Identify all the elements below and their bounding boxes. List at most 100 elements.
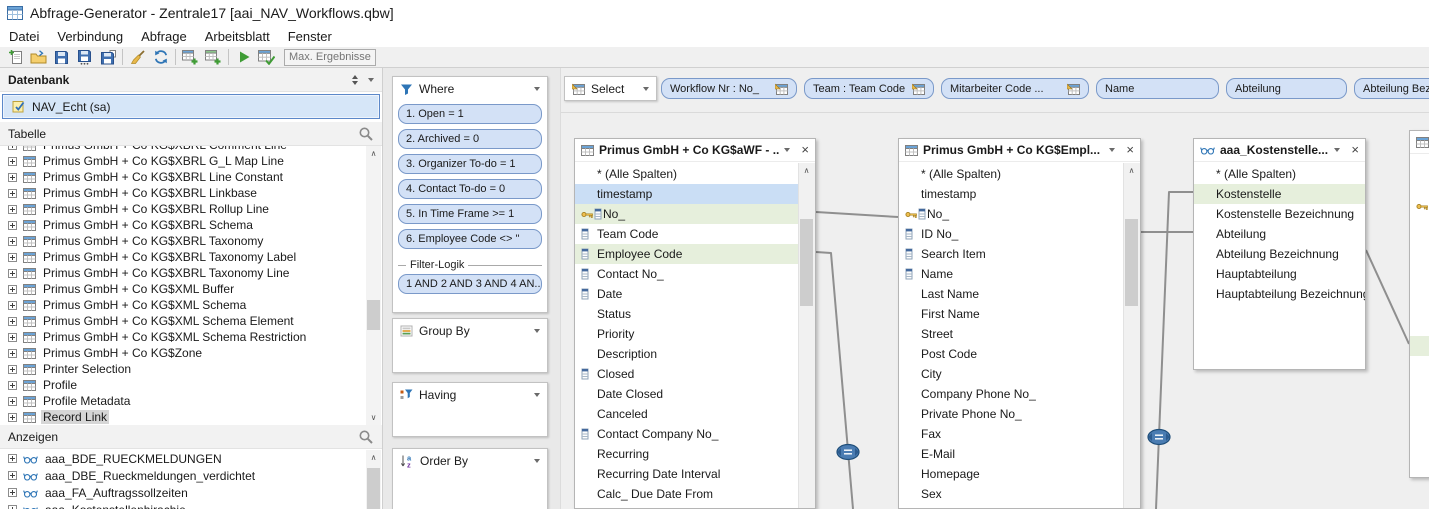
field-row[interactable]: Description [575, 344, 799, 364]
field-row[interactable] [1410, 456, 1429, 476]
having-header[interactable]: Having [393, 383, 547, 407]
field-row[interactable]: Name [899, 264, 1124, 284]
field-row[interactable]: Closed [575, 364, 799, 384]
select-header[interactable]: Select [564, 76, 657, 101]
field-row[interactable]: Last Name [899, 284, 1124, 304]
expand-plus-icon[interactable] [8, 349, 17, 358]
field-row[interactable] [1410, 436, 1429, 456]
field-row[interactable]: Street [899, 324, 1124, 344]
field-row[interactable]: First Name [899, 304, 1124, 324]
field-row[interactable] [1410, 216, 1429, 236]
field-row[interactable]: * (Alle Spalten) [1194, 164, 1365, 184]
search-icon[interactable] [358, 126, 374, 142]
panel-header[interactable]: Primus GmbH + Co KG$Empl...× [899, 139, 1140, 162]
add-view-button[interactable] [202, 48, 225, 67]
menu-item-datei[interactable]: Datei [0, 27, 48, 46]
order-by-header[interactable]: az Order By [393, 449, 547, 473]
table-tree-item[interactable]: Primus GmbH + Co KG$XBRL Taxonomy [0, 233, 367, 249]
save-button[interactable] [50, 48, 73, 67]
select-column-chip[interactable]: Team : Team Code [804, 78, 934, 99]
join-line[interactable] [1366, 250, 1409, 344]
expand-plus-icon[interactable] [8, 365, 17, 374]
select-column-chip[interactable]: Name [1096, 78, 1219, 99]
view-list-item[interactable]: aaa_BDE_RUECKMELDUNGEN [0, 450, 367, 467]
expand-plus-icon[interactable] [8, 157, 17, 166]
field-row[interactable]: Kostenstelle [1194, 184, 1365, 204]
where-condition-pill[interactable]: 4. Contact To-do = 0 [398, 179, 542, 199]
table-tree-item[interactable]: Primus GmbH + Co KG$XBRL Taxonomy Line [0, 265, 367, 281]
view-list-item[interactable]: aaa_FA_Auftragssollzeiten [0, 484, 367, 501]
max-results-input[interactable] [284, 49, 376, 66]
scroll-up-icon[interactable] [366, 146, 381, 161]
open-query-button[interactable] [27, 48, 50, 67]
field-row[interactable]: Date Closed [575, 384, 799, 404]
field-row[interactable]: Recurring [575, 444, 799, 464]
field-row[interactable]: * (Alle Spalten) [899, 164, 1124, 184]
expand-plus-icon[interactable] [8, 301, 17, 310]
field-row[interactable]: Hauptabteilung Bezeichnung [1194, 284, 1365, 304]
field-row[interactable]: E-Mail [899, 444, 1124, 464]
field-row[interactable]: Status [575, 304, 799, 324]
expand-plus-icon[interactable] [8, 173, 17, 182]
field-row[interactable]: Company Phone No_ [899, 384, 1124, 404]
panel-scrollbar[interactable] [798, 163, 815, 508]
field-row[interactable]: Fax [899, 424, 1124, 444]
scroll-up-icon[interactable] [366, 450, 381, 465]
field-row[interactable] [1410, 376, 1429, 396]
join-line[interactable] [1156, 192, 1193, 509]
select-column-chip[interactable]: Workflow Nr : No_ [661, 78, 797, 99]
close-icon[interactable]: × [1351, 145, 1359, 155]
field-row[interactable]: Team Code [575, 224, 799, 244]
field-row[interactable] [1410, 236, 1429, 256]
expand-plus-icon[interactable] [8, 505, 17, 509]
expand-plus-icon[interactable] [8, 285, 17, 294]
search-icon[interactable] [358, 429, 374, 445]
field-row[interactable]: timestamp [899, 184, 1124, 204]
table-tree-item[interactable]: Primus GmbH + Co KG$XML Buffer [0, 281, 367, 297]
clean-button[interactable] [126, 48, 149, 67]
view-list-scrollbar[interactable] [366, 450, 381, 509]
scrollbar-thumb[interactable] [367, 468, 380, 509]
scrollbar-thumb[interactable] [800, 219, 813, 306]
table-tree-item[interactable]: Primus GmbH + Co KG$XBRL G_L Map Line [0, 153, 367, 169]
field-row[interactable]: Post Code [899, 344, 1124, 364]
save-all-button[interactable] [96, 48, 119, 67]
field-row[interactable] [1410, 276, 1429, 296]
field-row[interactable]: Priority [575, 324, 799, 344]
expand-plus-icon[interactable] [8, 454, 17, 463]
table-tree-item[interactable]: Primus GmbH + Co KG$XBRL Linkbase [0, 185, 367, 201]
where-condition-pill[interactable]: 2. Archived = 0 [398, 129, 542, 149]
field-row[interactable]: Employee Code [575, 244, 799, 264]
join-line[interactable] [816, 252, 853, 509]
field-row[interactable] [1410, 296, 1429, 316]
expand-plus-icon[interactable] [8, 269, 17, 278]
menu-item-abfrage[interactable]: Abfrage [132, 27, 196, 46]
table-tree-item[interactable]: Primus GmbH + Co KG$Zone [0, 345, 367, 361]
where-condition-pill[interactable]: 3. Organizer To-do = 1 [398, 154, 542, 174]
view-list-item[interactable]: aaa_DBE_Rueckmeldungen_verdichtet [0, 467, 367, 484]
filter-logic-pill[interactable]: 1 AND 2 AND 3 AND 4 AN... [398, 274, 542, 294]
run-button[interactable] [232, 48, 255, 67]
scroll-up-icon[interactable] [799, 163, 814, 178]
expand-plus-icon[interactable] [8, 205, 17, 214]
table-tree-item[interactable]: Primus GmbH + Co KG$XBRL Taxonomy Label [0, 249, 367, 265]
expand-plus-icon[interactable] [8, 413, 17, 422]
chevron-down-icon[interactable] [368, 78, 374, 82]
where-condition-pill[interactable]: 5. In Time Frame >= 1 [398, 204, 542, 224]
expand-plus-icon[interactable] [8, 146, 17, 150]
expand-plus-icon[interactable] [8, 471, 17, 480]
panel-scrollbar[interactable] [1123, 163, 1140, 508]
table-tree-scrollbar[interactable] [366, 146, 381, 425]
field-row[interactable]: Abteilung [1194, 224, 1365, 244]
field-row[interactable]: City [899, 364, 1124, 384]
menu-item-verbindung[interactable]: Verbindung [48, 27, 132, 46]
field-row[interactable] [1410, 396, 1429, 416]
expand-plus-icon[interactable] [8, 333, 17, 342]
sort-toggle-icon[interactable] [352, 75, 358, 85]
field-row[interactable] [1410, 336, 1429, 356]
new-query-button[interactable] [4, 48, 27, 67]
panel-header[interactable]: Primus GmbH + Co KG$aWF - ...× [575, 139, 815, 162]
chevron-down-icon[interactable] [534, 87, 540, 91]
expand-plus-icon[interactable] [8, 221, 17, 230]
group-by-header[interactable]: Group By [393, 319, 547, 343]
